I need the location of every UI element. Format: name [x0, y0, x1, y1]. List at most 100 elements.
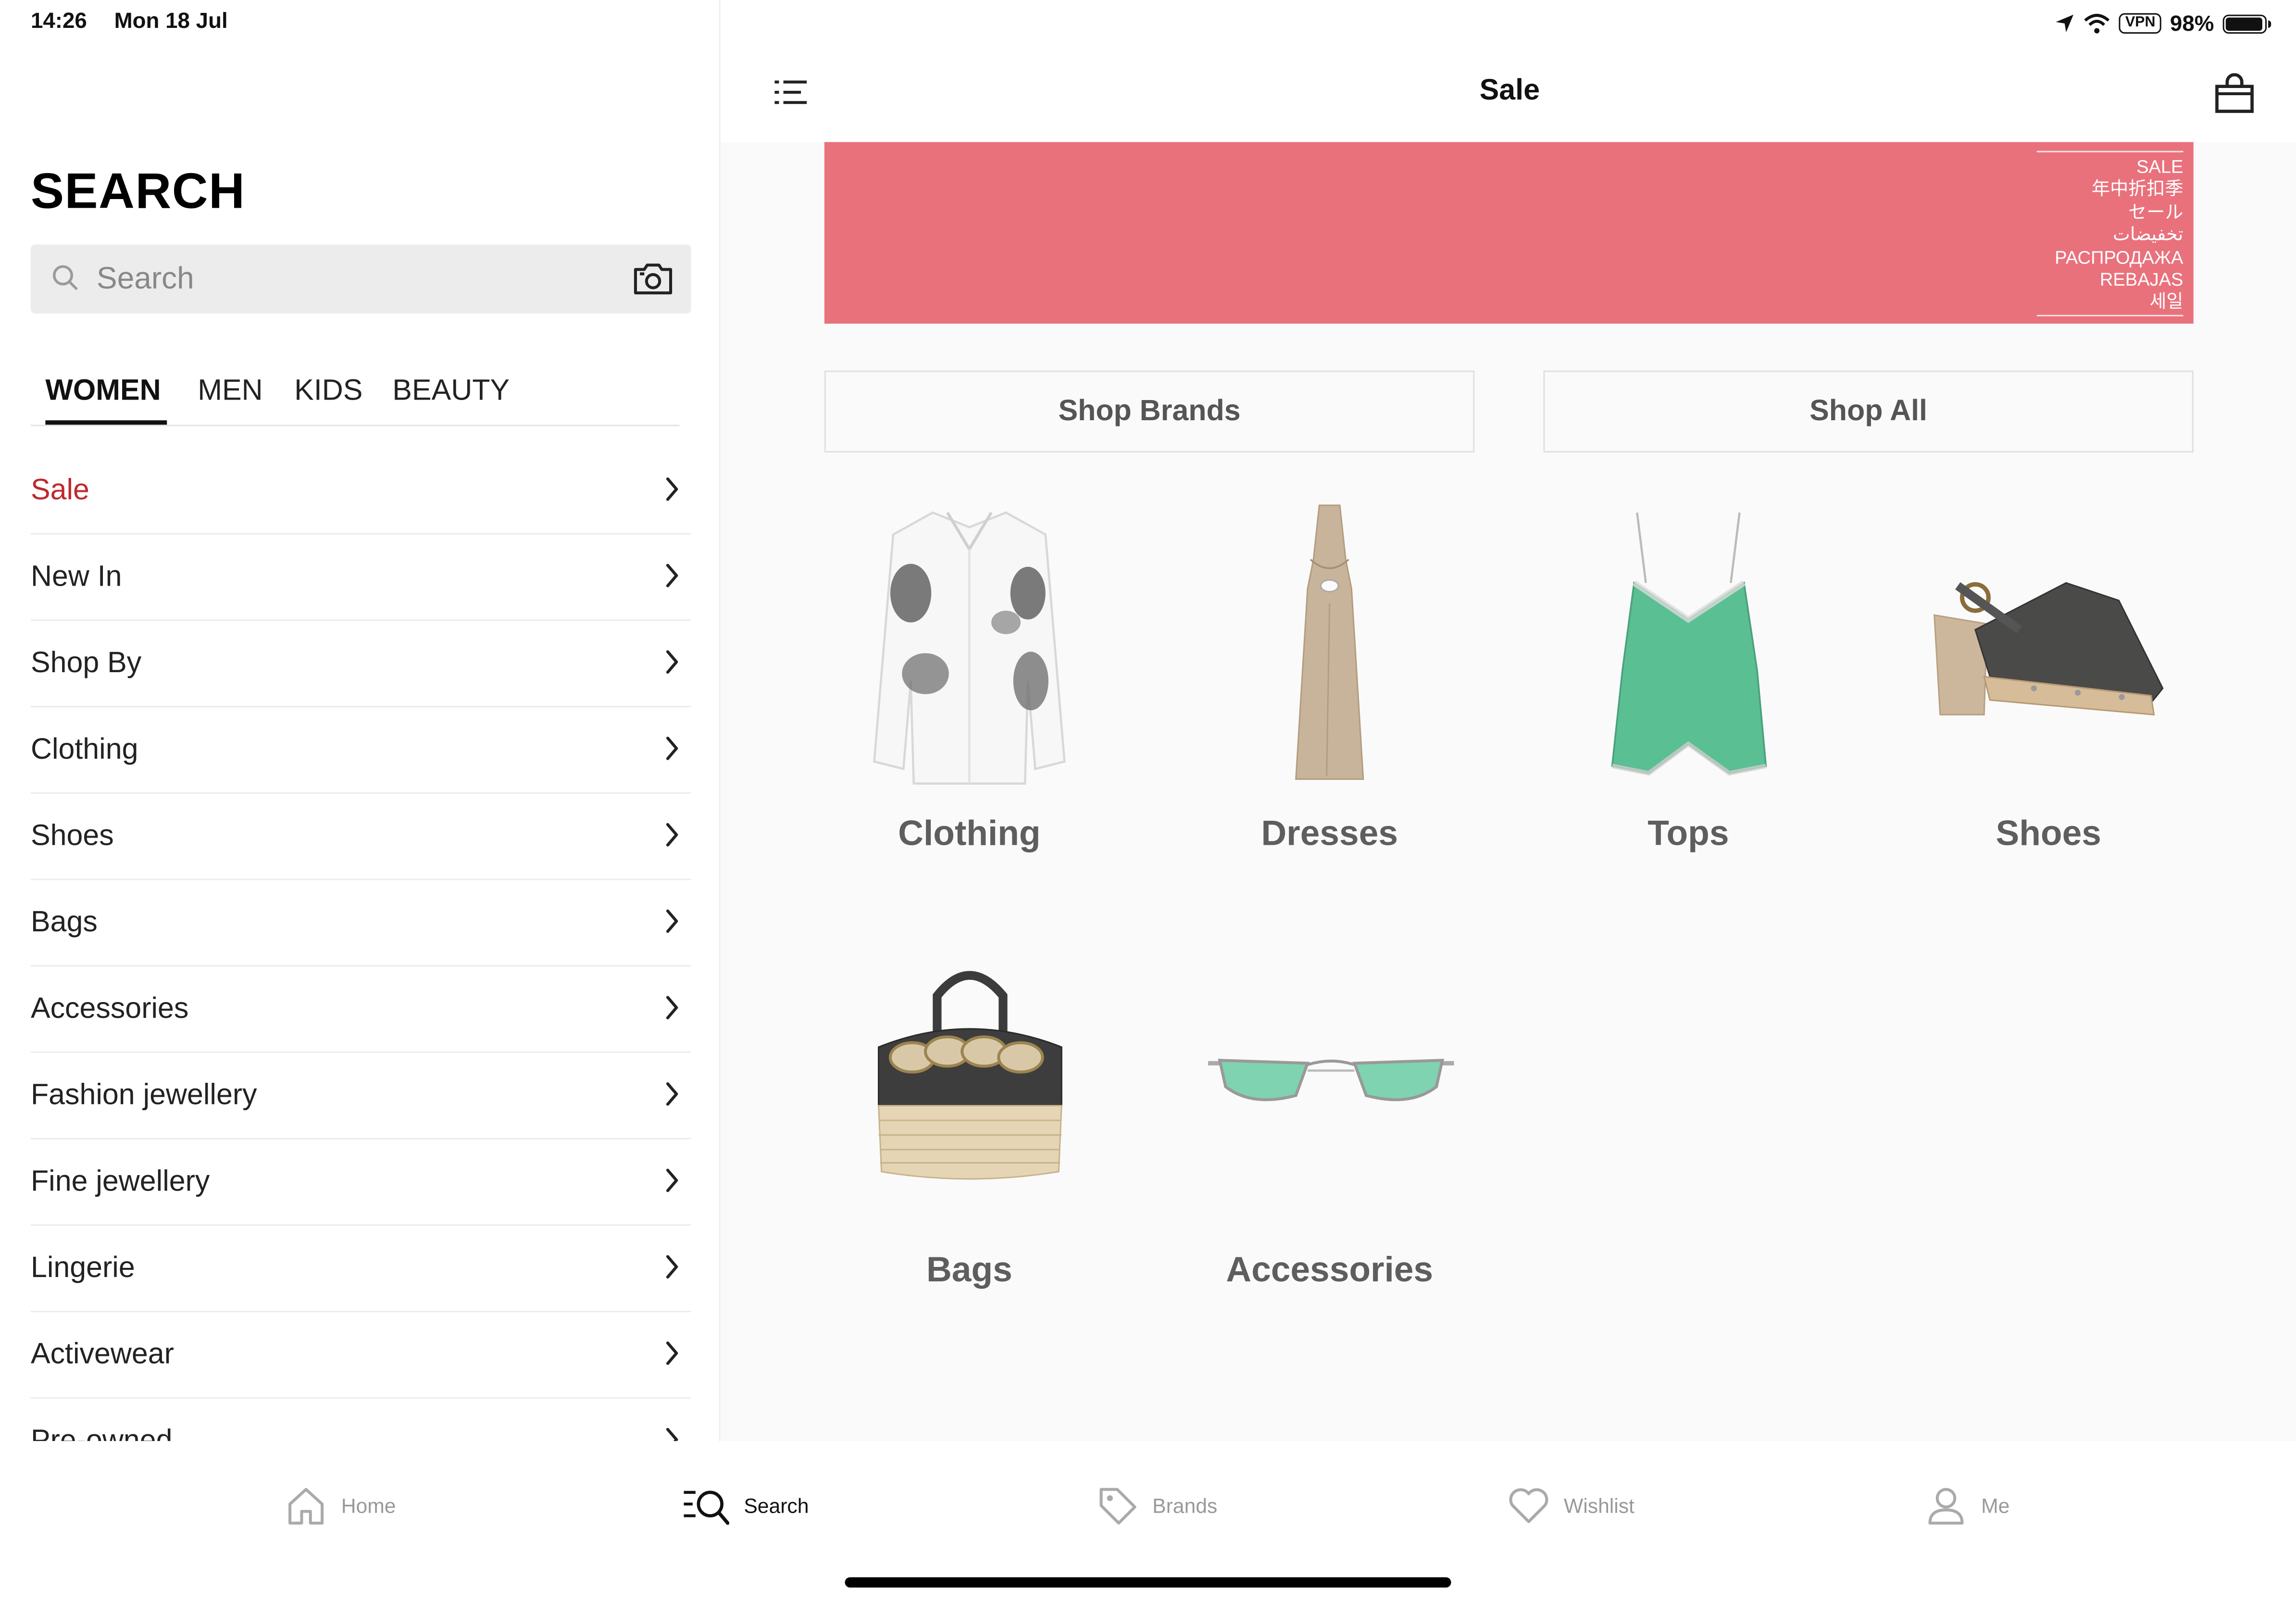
tile-tops[interactable]: Tops [1549, 483, 1828, 878]
search-input[interactable]: Search [30, 244, 691, 313]
person-icon [1928, 1488, 1964, 1525]
category-fashion-jewellery[interactable]: Fashion jewellery [30, 1053, 691, 1140]
tile-bags[interactable]: Bags [830, 952, 1109, 1318]
category-label: Accessories [30, 993, 189, 1026]
category-accessories[interactable]: Accessories [30, 966, 691, 1053]
menu-list-icon[interactable] [774, 79, 807, 105]
gender-tabs: WOMEN MEN KIDS BEAUTY [30, 372, 680, 426]
category-label: Sale [30, 474, 89, 507]
tab-kids[interactable]: KIDS [294, 375, 362, 409]
tile-label: Accessories [1226, 1251, 1434, 1291]
category-label: Fine jewellery [30, 1165, 210, 1198]
white-lace-shirt-image [873, 511, 1066, 785]
chevron-right-icon [666, 996, 678, 1019]
category-pre-owned[interactable]: Pre-owned [31, 1399, 691, 1441]
location-arrow-icon [2056, 14, 2074, 33]
banner-line: REBAJAS [2099, 269, 2184, 290]
chevron-right-icon [666, 1341, 678, 1365]
chevron-right-icon [666, 1255, 678, 1279]
category-shoes[interactable]: Shoes [30, 794, 691, 880]
home-indicator [845, 1577, 1451, 1588]
wifi-icon [2084, 13, 2110, 34]
category-label: New In [30, 561, 122, 593]
category-label: Bags [30, 906, 98, 939]
sale-nav-title: Sale [1479, 75, 1540, 107]
tile-label: Dresses [1261, 814, 1398, 854]
green-sunglasses-image [1208, 1059, 1454, 1102]
sale-banner[interactable]: SALE 年中折扣季 セール تخفيضات РАСПРОДАЖА REBAJA… [824, 142, 2194, 324]
banner-text: SALE 年中折扣季 セール تخفيضات РАСПРОДАЖА REBAJA… [2036, 150, 2184, 316]
tab-label: Search [744, 1493, 809, 1517]
tile-label: Shoes [1996, 814, 2101, 854]
tab-me[interactable]: Me [1925, 1483, 2009, 1527]
tab-search[interactable]: Search [682, 1483, 809, 1527]
category-sale[interactable]: Sale [30, 448, 691, 535]
tile-label: Clothing [898, 814, 1041, 854]
category-label: Clothing [30, 733, 138, 766]
active-tab-underline [45, 420, 167, 425]
battery-icon [2222, 13, 2271, 33]
tab-beauty[interactable]: BEAUTY [392, 375, 510, 409]
banner-line: セール [2128, 201, 2184, 223]
chevron-right-icon [666, 1082, 678, 1106]
tile-dresses[interactable]: Dresses [1190, 483, 1469, 878]
chevron-right-icon [666, 909, 678, 933]
banner-line: 年中折扣季 [2092, 179, 2184, 200]
tile-shoes[interactable]: Shoes [1909, 483, 2188, 878]
search-placeholder: Search [97, 262, 194, 296]
tab-brands[interactable]: Brands [1097, 1483, 1217, 1527]
status-date: Mon 18 Jul [114, 9, 228, 34]
category-fine-jewellery[interactable]: Fine jewellery [30, 1140, 691, 1226]
chevron-right-icon [666, 477, 678, 501]
tab-label: Home [341, 1493, 396, 1517]
tile-accessories[interactable]: Accessories [1190, 952, 1469, 1318]
category-label: Activewear [30, 1338, 174, 1371]
category-label: Shoes [30, 820, 114, 852]
category-clothing[interactable]: Clothing [30, 707, 691, 794]
category-shop-by[interactable]: Shop By [30, 621, 691, 708]
chevron-right-icon [666, 823, 678, 847]
tile-label: Tops [1647, 814, 1729, 854]
vpn-badge: VPN [2119, 13, 2161, 34]
status-indicators: VPN 98% [2055, 9, 2271, 38]
tab-men[interactable]: MEN [198, 375, 262, 409]
beige-cutout-dress-image [1295, 504, 1364, 780]
shopping-bag-icon[interactable] [2214, 73, 2255, 114]
banner-line: РАСПРОДАЖА [2055, 247, 2184, 268]
battery-percent: 98% [2170, 11, 2214, 36]
tab-label: Wishlist [1564, 1493, 1635, 1517]
shop-all-button[interactable]: Shop All [1543, 370, 2194, 453]
tab-wishlist[interactable]: Wishlist [1508, 1483, 1635, 1527]
tile-clothing[interactable]: Clothing [830, 483, 1109, 878]
status-time: 14:26 [30, 9, 87, 34]
tag-icon [1099, 1488, 1136, 1525]
battery-cap [2268, 20, 2271, 27]
search-panel: 14:26 Mon 18 Jul SEARCH Search WOMEN MEN… [0, 0, 719, 1441]
shop-brands-button[interactable]: Shop Brands [824, 370, 1475, 453]
tab-label: Me [1981, 1493, 2010, 1517]
heart-icon [1509, 1488, 1548, 1523]
tab-home[interactable]: Home [286, 1483, 396, 1527]
category-lingerie[interactable]: Lingerie [30, 1226, 691, 1313]
chain-wicker-bag-image [877, 971, 1062, 1180]
tile-label: Bags [926, 1251, 1012, 1291]
category-label: Pre-owned [30, 1425, 173, 1441]
banner-line: 세일 [2149, 292, 2184, 313]
visual-search-camera-icon[interactable] [633, 261, 674, 296]
chevron-right-icon [666, 564, 678, 588]
page-title: SEARCH [30, 164, 246, 220]
search-icon [52, 265, 78, 290]
home-icon [288, 1488, 324, 1525]
chevron-right-icon [666, 650, 678, 674]
tab-label: Brands [1152, 1493, 1218, 1517]
category-bags[interactable]: Bags [30, 880, 691, 967]
category-label: Lingerie [30, 1252, 135, 1285]
chevron-right-icon [666, 1428, 678, 1441]
category-activewear[interactable]: Activewear [30, 1312, 691, 1399]
tab-women[interactable]: WOMEN [45, 375, 161, 409]
battery-level [2225, 17, 2263, 30]
category-new-in[interactable]: New In [30, 535, 691, 621]
chevron-right-icon [666, 1168, 678, 1192]
banner-line: SALE [2136, 156, 2184, 177]
search-list-icon [684, 1491, 729, 1525]
